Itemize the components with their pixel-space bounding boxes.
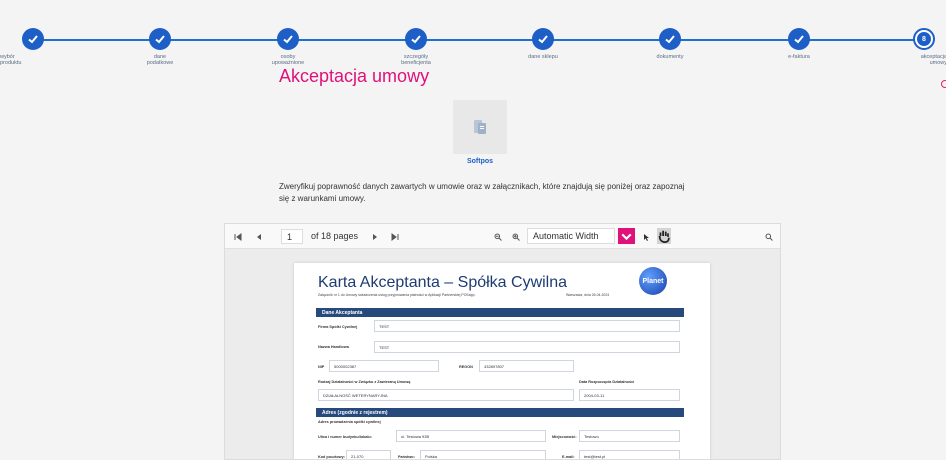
document-date: Warszawa, dnia 26.04.2024 — [566, 293, 610, 297]
field-value: 5000002387 — [329, 360, 439, 372]
check-icon — [277, 28, 299, 50]
field-label: Ulica i numer budynku/lokalu: — [318, 435, 373, 439]
help-icon[interactable] — [941, 80, 946, 88]
info-text: Zweryfikuj poprawność danych zawartych w… — [279, 182, 685, 203]
next-page-icon — [373, 233, 377, 240]
page-title: Akceptacja umowy — [279, 66, 430, 86]
product-icon — [474, 120, 486, 134]
step-wybor-produktu[interactable]: wybór produktu — [0, 28, 90, 66]
step-osoby-upowaznione[interactable]: osoby upoważnione — [243, 28, 333, 66]
step-label: osoby upoważnione — [271, 54, 305, 66]
field-label: E-mail: — [562, 455, 575, 459]
document-subtitle: Załącznik nr 1 do Umowy świadczenia usłu… — [318, 293, 476, 297]
field-label: Adres prowadzenia spółki cywilnej — [318, 420, 381, 424]
field-value: TEST — [374, 341, 680, 353]
previous-page-button[interactable] — [253, 224, 265, 249]
step-label: akceptacja umowy — [920, 54, 946, 66]
chevron-down-icon — [621, 233, 632, 240]
step-e-faktura[interactable]: e-faktura — [754, 28, 844, 60]
page-number-input[interactable]: 1 — [281, 229, 303, 244]
field-label: Nazwa Handlowa — [318, 345, 349, 349]
field-label: NIP — [318, 365, 325, 369]
step-label: e-faktura — [788, 54, 810, 60]
pdf-page: Karta Akceptanta – Spółka Cywilna Załącz… — [294, 263, 710, 459]
pdf-viewer: 1 of 18 pages Automatic Width Karta Akce… — [224, 223, 781, 460]
step-label: dane sklepu — [528, 54, 558, 60]
check-icon — [659, 28, 681, 50]
first-page-button[interactable] — [232, 224, 244, 249]
step-label: wybór produktu — [0, 54, 22, 66]
planet-logo: Planet — [639, 267, 667, 295]
step-number-badge: 8 — [913, 28, 935, 50]
product-card — [453, 100, 507, 154]
field-label: Kod pocztowy: — [318, 455, 345, 459]
step-szczegoly-beneficjenta[interactable]: szczegóły beneficjenta — [371, 28, 461, 66]
last-page-icon — [391, 232, 399, 241]
zoom-in-icon — [512, 233, 520, 241]
zoom-out-button[interactable] — [491, 224, 505, 249]
section-header: Adres (zgodnie z rejestrem) — [316, 408, 684, 417]
check-icon — [149, 28, 171, 50]
page-count: of 18 pages — [311, 231, 359, 241]
first-page-icon — [234, 232, 242, 241]
check-icon — [22, 28, 44, 50]
highlight-button[interactable] — [618, 228, 635, 244]
hand-icon — [658, 230, 670, 243]
step-dane-sklepu[interactable]: dane sklepu — [498, 28, 588, 60]
select-tool-button[interactable] — [640, 224, 652, 249]
search-button[interactable] — [763, 224, 775, 249]
hand-tool-button[interactable] — [657, 228, 671, 244]
field-label: Miejscowość: — [552, 435, 577, 439]
field-value: TEST — [374, 320, 680, 332]
field-value: Polska — [420, 450, 546, 459]
search-icon — [765, 233, 773, 241]
field-value: ul. Testowa 93B — [396, 430, 546, 442]
zoom-in-button[interactable] — [509, 224, 523, 249]
document-title: Karta Akceptanta – Spółka Cywilna — [318, 274, 568, 291]
step-dane-podatkowe[interactable]: dane podatkowe — [115, 28, 205, 66]
cursor-icon — [644, 233, 649, 241]
field-value: 432897807 — [479, 360, 574, 372]
step-label: szczegóły beneficjenta — [401, 54, 431, 66]
page: wybór produktu dane podatkowe osoby upoważn… — [0, 0, 946, 460]
step-label: dokumenty — [656, 54, 684, 60]
field-label: Rodzaj Działalności w Związku z Zawieran… — [318, 380, 411, 384]
field-value: 2004-03-11 — [579, 389, 680, 401]
step-akceptacja-umowy[interactable]: 8 akceptacja umowy — [857, 28, 946, 66]
field-value: test@test.pl — [579, 450, 680, 459]
step-label: dane podatkowe — [146, 54, 174, 66]
zoom-out-icon — [494, 233, 502, 241]
pdf-toolbar: 1 of 18 pages Automatic Width — [225, 224, 780, 249]
section-header: Dane Akceptanta — [316, 308, 684, 317]
check-icon — [788, 28, 810, 50]
field-value: DZIAŁALNOŚĆ WETERYNARYJNA — [318, 389, 574, 401]
next-page-button[interactable] — [369, 224, 381, 249]
step-dokumenty[interactable]: dokumenty — [625, 28, 715, 60]
field-label: Państwo: — [398, 455, 415, 459]
field-label: Firma Spółki Cywilnej — [318, 325, 358, 329]
last-page-button[interactable] — [389, 224, 401, 249]
zoom-select[interactable]: Automatic Width — [527, 228, 615, 244]
field-label: Data Rozpoczęcia Działalności — [579, 380, 635, 384]
previous-page-icon — [257, 233, 261, 240]
check-icon — [532, 28, 554, 50]
product-name: Softpos — [466, 158, 494, 165]
progress-stepper: wybór produktu dane podatkowe osoby upoważn… — [0, 28, 946, 78]
field-label: REGON — [459, 365, 473, 369]
field-value: Testowo — [579, 430, 680, 442]
check-icon — [405, 28, 427, 50]
field-value: 21-070 — [346, 450, 391, 459]
